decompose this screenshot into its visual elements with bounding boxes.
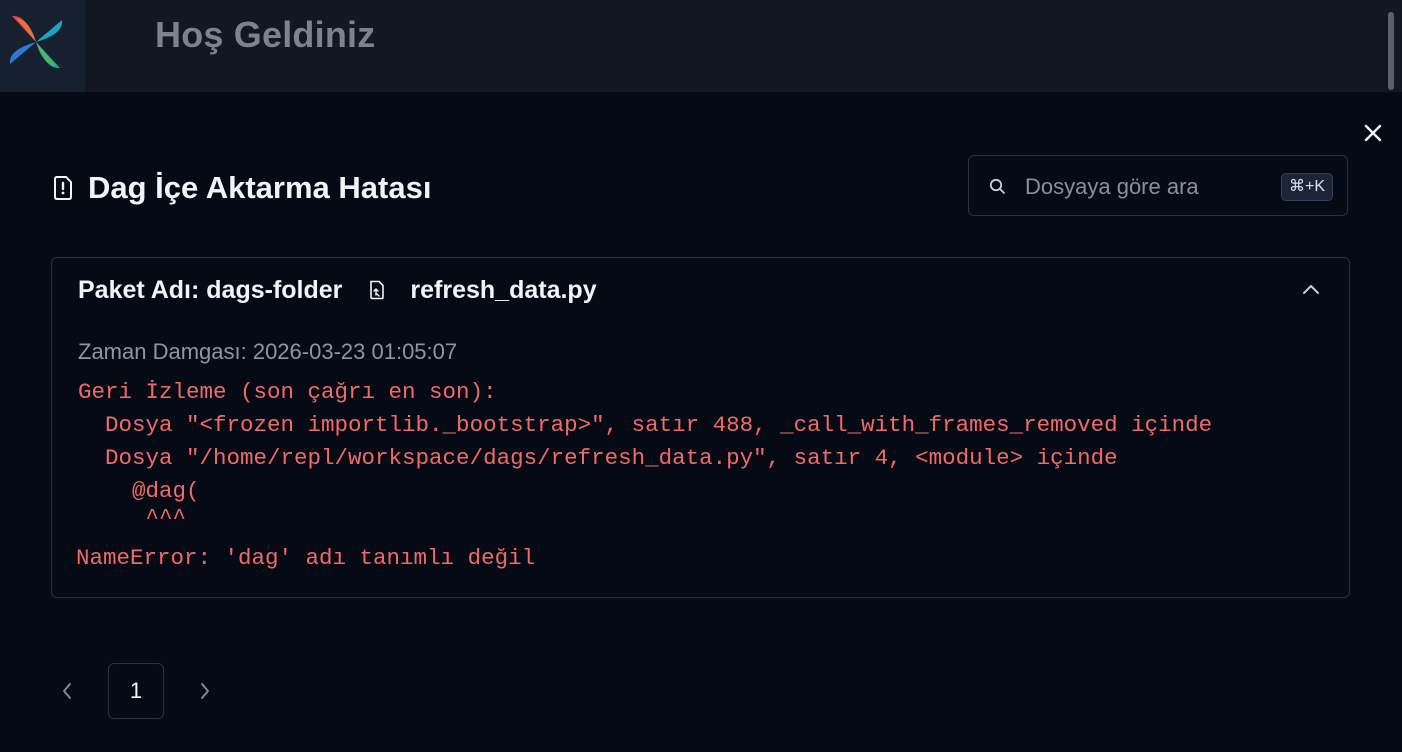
file-name: refresh_data.py	[410, 275, 597, 304]
file-warning-icon	[54, 176, 72, 200]
previous-page-button[interactable]	[52, 676, 82, 706]
keyboard-shortcut-badge: ⌘+K	[1281, 173, 1334, 201]
error-message: NameError: 'dag' adı tanımlı değil	[76, 545, 536, 571]
chevron-right-icon	[201, 683, 209, 699]
close-icon	[1364, 124, 1382, 142]
pinwheel-logo-icon	[9, 15, 63, 69]
scrollbar[interactable]	[1380, 0, 1402, 92]
import-error-card: Paket Adı: dags-folder refresh_data.py Z…	[51, 257, 1350, 598]
pagination: 1	[52, 662, 220, 720]
search-input[interactable]	[1023, 172, 1257, 202]
traceback-line: @dag(	[78, 478, 200, 504]
modal-header: Dag İçe Aktarma Hatası	[52, 166, 431, 210]
traceback-line: Geri İzleme (son çağrı en son):	[78, 379, 497, 405]
next-page-button[interactable]	[190, 676, 220, 706]
search-icon	[989, 178, 1005, 194]
app-logo[interactable]	[0, 0, 85, 92]
search-field[interactable]: ⌘+K	[968, 155, 1348, 216]
scrollbar-thumb[interactable]	[1388, 12, 1394, 90]
traceback-line: Dosya "/home/repl/workspace/dags/refresh…	[78, 445, 1118, 471]
bundle-name: Paket Adı: dags-folder	[78, 275, 343, 304]
close-button[interactable]	[1358, 118, 1388, 148]
collapse-button[interactable]	[1298, 276, 1324, 302]
import-error-modal: Dag İçe Aktarma Hatası ⌘+K Paket Adı: da…	[0, 92, 1402, 752]
error-timestamp: Zaman Damgası: 2026-03-23 01:05:07	[78, 339, 458, 364]
traceback-line: ^^^	[78, 505, 187, 531]
modal-title: Dag İçe Aktarma Hatası	[88, 170, 432, 205]
python-file-icon	[368, 280, 386, 300]
chevron-left-icon	[63, 683, 71, 699]
top-navbar: Hoş Geldiniz	[0, 0, 1402, 92]
traceback-text: Geri İzleme (son çağrı en son): Dosya "<…	[76, 376, 1213, 575]
chevron-up-icon	[1303, 285, 1319, 294]
welcome-title: Hoş Geldiniz	[155, 14, 376, 55]
page-number-button[interactable]: 1	[108, 663, 164, 719]
traceback-line: Dosya "<frozen importlib._bootstrap>", s…	[78, 412, 1213, 438]
card-header[interactable]: Paket Adı: dags-folder refresh_data.py	[78, 272, 597, 308]
